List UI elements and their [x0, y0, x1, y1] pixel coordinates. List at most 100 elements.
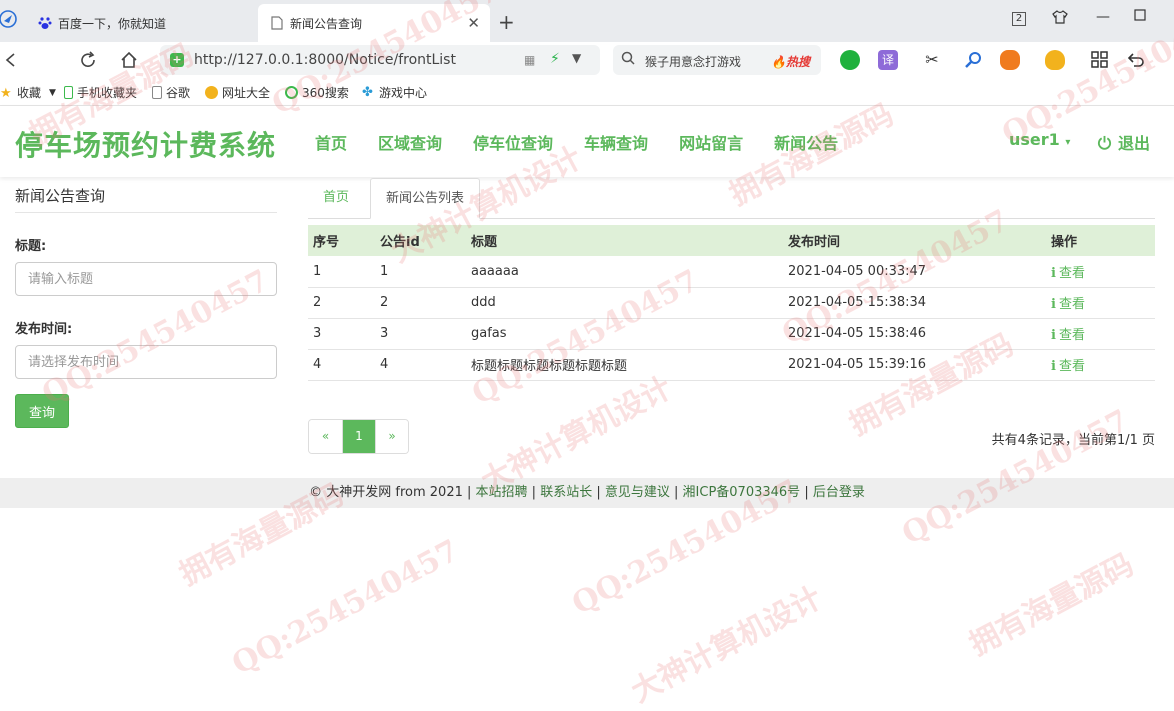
- user-menu[interactable]: user1 ▾: [1009, 130, 1070, 149]
- cell-title: 标题标题标题标题标题标题: [466, 349, 783, 381]
- nav-vehicle-query[interactable]: 车辆查询: [584, 130, 648, 154]
- cell-time: 2021-04-05 15:39:16: [783, 349, 1046, 381]
- tab-close-icon[interactable]: ✕: [467, 14, 480, 32]
- browser-search-box[interactable]: 猴子用意念打游戏 🔥热搜: [613, 45, 821, 75]
- pagination-next[interactable]: »: [375, 420, 408, 453]
- query-button[interactable]: 查询: [15, 394, 69, 428]
- tab-count-badge[interactable]: 2: [1012, 9, 1026, 26]
- cell-no: 1: [308, 256, 375, 288]
- search-sidebar: 新闻公告查询 标题: 发布时间: 查询: [15, 178, 277, 428]
- lightning-icon[interactable]: ⚡: [550, 51, 560, 67]
- page-icon: [270, 16, 284, 30]
- browser-navigation-icon[interactable]: [0, 8, 22, 32]
- publish-time-input[interactable]: [15, 345, 277, 379]
- hot-search-badge: 🔥热搜: [771, 55, 810, 69]
- bookmark-favorites[interactable]: ★ 收藏 ▼: [0, 84, 56, 101]
- publish-time-label: 发布时间:: [15, 322, 73, 337]
- main-nav: 首页 区域查询 停车位查询 车辆查询 网站留言 新闻公告: [315, 130, 869, 154]
- cell-time: 2021-04-05 00:33:47: [783, 256, 1046, 288]
- nav-space-query[interactable]: 停车位查询: [473, 130, 553, 154]
- table-row: 3 3 gafas 2021-04-05 15:38:46 i 查看: [308, 318, 1155, 350]
- site-brand[interactable]: 停车场预约计费系统: [15, 124, 276, 164]
- bookmark-360[interactable]: 360搜索: [285, 84, 349, 101]
- bookmarks-bar: ★ 收藏 ▼ 手机收藏夹 谷歌 网址大全 360搜索 ✤ 游戏中心: [0, 78, 1174, 106]
- baidu-paw-icon: [38, 16, 52, 30]
- chevron-down-icon[interactable]: ▼: [572, 51, 581, 65]
- undo-icon[interactable]: [1126, 50, 1146, 70]
- info-icon: i: [1051, 265, 1056, 281]
- logout-button[interactable]: 退出: [1097, 130, 1150, 154]
- minimize-icon[interactable]: —: [1096, 9, 1110, 25]
- copyright: © 大神开发网 from 2021: [309, 485, 463, 500]
- browser-tab-active[interactable]: 新闻公告查询 ✕: [258, 4, 490, 42]
- watermark: QQ:254540457: [226, 533, 465, 682]
- footer-link-recruit[interactable]: 本站招聘: [476, 485, 528, 500]
- cell-no: 3: [308, 318, 375, 350]
- footer-link-admin-login[interactable]: 后台登录: [813, 485, 865, 500]
- table-header-row: 序号 公告id 标题 发布时间 操作: [308, 225, 1155, 256]
- view-link[interactable]: i 查看: [1046, 349, 1155, 381]
- tab-home[interactable]: 首页: [308, 178, 364, 219]
- nav-home[interactable]: 首页: [315, 130, 347, 154]
- puzzle-icon: ✤: [362, 85, 373, 100]
- cell-title: gafas: [466, 318, 783, 350]
- pagination: « 1 »: [308, 419, 409, 454]
- bookmark-google[interactable]: 谷歌: [152, 84, 190, 101]
- bookmark-games[interactable]: ✤ 游戏中心: [362, 84, 427, 101]
- page-info: 共有4条记录，当前第1/1 页: [991, 433, 1155, 448]
- column-header-time: 发布时间: [783, 225, 1046, 256]
- phone-icon: [64, 86, 73, 99]
- footer-link-icp[interactable]: 湘ICP备0703346号: [683, 485, 801, 500]
- cell-id: 4: [375, 349, 466, 381]
- reload-icon[interactable]: [77, 49, 99, 71]
- nav-message-board[interactable]: 网站留言: [679, 130, 743, 154]
- maximize-icon[interactable]: [1134, 9, 1146, 25]
- caret-down-icon: ▾: [1065, 137, 1071, 148]
- cell-title: aaaaaa: [466, 256, 783, 288]
- view-link[interactable]: i 查看: [1046, 318, 1155, 350]
- new-tab-icon[interactable]: +: [498, 10, 515, 34]
- column-header-no: 序号: [308, 225, 375, 256]
- globe-icon: [205, 86, 218, 99]
- game-controller-icon[interactable]: [1000, 50, 1020, 70]
- pagination-prev[interactable]: «: [309, 420, 342, 453]
- nav-area-query[interactable]: 区域查询: [378, 130, 442, 154]
- title-input[interactable]: [15, 262, 277, 296]
- back-icon[interactable]: [0, 49, 22, 71]
- table-row: 4 4 标题标题标题标题标题标题 2021-04-05 15:39:16 i 查看: [308, 349, 1155, 381]
- home-icon[interactable]: [118, 49, 140, 71]
- cell-title: ddd: [466, 287, 783, 319]
- cell-no: 4: [308, 349, 375, 381]
- shield-extension-icon[interactable]: [1045, 50, 1065, 70]
- scissors-icon[interactable]: ✂: [922, 50, 942, 70]
- browser-tab-baidu[interactable]: 百度一下，你就知道: [30, 4, 255, 42]
- translate-extension-icon[interactable]: 译: [878, 50, 898, 70]
- search-suggestion: 猴子用意念打游戏: [645, 55, 742, 69]
- green-circle-extension-icon[interactable]: [840, 50, 860, 70]
- watermark: 大神计算机设计: [625, 580, 828, 710]
- nav-news[interactable]: 新闻公告: [774, 130, 838, 154]
- view-link[interactable]: i 查看: [1046, 256, 1155, 288]
- shirt-icon[interactable]: [1052, 9, 1068, 29]
- column-header-id: 公告id: [375, 225, 466, 256]
- bookmark-directory[interactable]: 网址大全: [205, 84, 270, 101]
- bookmark-mobile[interactable]: 手机收藏夹: [64, 84, 137, 101]
- cell-time: 2021-04-05 15:38:46: [783, 318, 1046, 350]
- magnifier-extension-icon[interactable]: [964, 50, 984, 70]
- url-text: http://127.0.0.1:8000/Notice/frontList: [194, 52, 456, 68]
- footer-link-contact[interactable]: 联系站长: [540, 485, 592, 500]
- search-icon: [621, 51, 635, 69]
- sidebar-title: 新闻公告查询: [15, 178, 277, 213]
- logout-label: 退出: [1118, 134, 1151, 153]
- address-bar[interactable]: + http://127.0.0.1:8000/Notice/frontList…: [160, 45, 600, 75]
- site-header: 停车场预约计费系统 首页 区域查询 停车位查询 车辆查询 网站留言 新闻公告 u…: [0, 106, 1174, 177]
- tab-news-list[interactable]: 新闻公告列表: [370, 178, 481, 219]
- pagination-current-page[interactable]: 1: [342, 420, 375, 453]
- cell-id: 3: [375, 318, 466, 350]
- grid-apps-icon[interactable]: [1090, 50, 1110, 70]
- view-link[interactable]: i 查看: [1046, 287, 1155, 319]
- footer-link-feedback[interactable]: 意见与建议: [605, 485, 670, 500]
- tab-title: 新闻公告查询: [290, 16, 363, 31]
- power-icon: [1097, 135, 1112, 150]
- qr-code-icon[interactable]: ▦: [524, 53, 535, 67]
